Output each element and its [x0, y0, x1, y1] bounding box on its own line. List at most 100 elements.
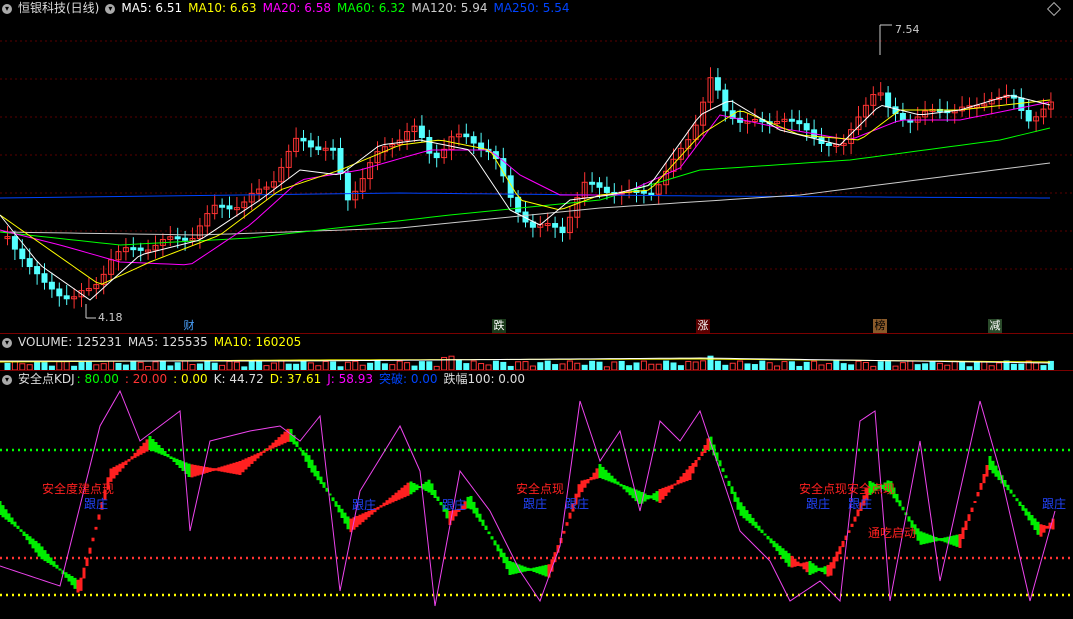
volume-bar [182, 360, 189, 370]
event-marker-drop[interactable]: 跌 [492, 319, 506, 333]
signal-annotation: 跟庄 [84, 497, 109, 511]
volume-bar [640, 360, 647, 370]
signal-annotation: 跟庄 [523, 497, 548, 511]
price-legend: ▾ 恒银科技(日线) ▾ MA5: 6.51 MA10: 6.63 MA20: 6.58 M… [0, 0, 576, 16]
kdj-line-20: : 20.00 [124, 372, 168, 386]
volume-bar [322, 360, 329, 370]
volume-bar [537, 362, 544, 370]
candle-body [433, 152, 440, 159]
volume-bar [426, 361, 433, 370]
volume-bar [959, 361, 966, 370]
volume-bar [811, 360, 818, 370]
candle-body [219, 204, 226, 208]
candle-body [559, 226, 566, 234]
volume-bar [766, 362, 773, 370]
volume-legend: ▾ VOLUME: 125231 MA5: 125535 MA10: 160205 [0, 334, 307, 350]
low-price-label: 4.18 [98, 311, 123, 324]
indicator-menu-icon[interactable]: ▾ [105, 3, 116, 14]
volume-bar [492, 360, 499, 370]
volume-bar [344, 361, 351, 370]
ma20-value: MA20: 6.58 [262, 1, 331, 15]
candle-body [589, 181, 596, 185]
volume-bar [618, 360, 625, 370]
volume-bar [226, 360, 233, 370]
price-chart-pane[interactable]: ▾ 恒银科技(日线) ▾ MA5: 6.51 MA10: 6.63 MA20: 6.58 M… [0, 0, 1073, 333]
candle-body [19, 248, 26, 260]
candle-body [552, 223, 559, 228]
volume-bar [500, 361, 507, 370]
candle-body [825, 142, 832, 146]
kdj-legend: ▾ 安全点KDJ: 80.00: 20.00: 0.00 K: 44.72 D: 37… [0, 371, 531, 387]
kdj-title: 安全点KDJ [18, 372, 75, 386]
candle-body [137, 247, 144, 251]
candle-body [11, 236, 18, 250]
volume-bar [455, 359, 462, 370]
volume-bar [352, 360, 359, 370]
volume-bar [996, 362, 1003, 370]
event-marker-reduce[interactable]: 减 [988, 319, 1002, 333]
candle-body [885, 92, 892, 108]
volume-bar [781, 361, 788, 370]
kdj-pane[interactable]: ▾ 安全点KDJ: 80.00: 20.00: 0.00 K: 44.72 D: 37… [0, 371, 1073, 612]
kdj-tuopo: 突破: 0.00 [378, 372, 438, 386]
candle-body [26, 258, 33, 268]
ma250-value: MA250: 5.54 [493, 1, 570, 15]
volume-bar [788, 361, 795, 370]
volume-bar [714, 360, 721, 370]
volume-bar [544, 360, 551, 370]
volume-bar [522, 361, 529, 370]
candle-body [34, 266, 41, 275]
candle-body [41, 273, 48, 283]
candle-body [315, 146, 322, 151]
volume-bar [803, 361, 810, 370]
volume-bar [611, 361, 618, 370]
event-marker-finance[interactable]: 财 [182, 319, 196, 333]
signal-annotation: 跟庄 [565, 497, 590, 511]
volume-bar [56, 361, 63, 370]
volume-bar [515, 361, 522, 370]
candle-body [803, 123, 810, 131]
event-marker-list[interactable]: 榜 [873, 319, 887, 333]
volume-bar [862, 361, 869, 370]
volume-bar [566, 360, 573, 370]
signal-annotation: 跟庄 [806, 497, 831, 511]
volume-bar [1033, 362, 1040, 370]
price-chart [0, 24, 1073, 319]
volume-bar [907, 360, 914, 370]
candle-body [226, 205, 233, 210]
kdj-k: K: 44.72 [213, 372, 264, 386]
volume-bar [41, 362, 48, 370]
candle-body [344, 172, 351, 201]
volume-menu-icon[interactable]: ▾ [2, 337, 12, 348]
candle-body [130, 247, 137, 251]
candle-body [722, 89, 729, 112]
volume-bar [404, 362, 411, 370]
volume-bar [973, 361, 980, 370]
volume-bar [63, 361, 70, 370]
volume-bar [885, 361, 892, 370]
volume-pane[interactable]: ▾ VOLUME: 125231 MA5: 125535 MA10: 160205 [0, 334, 1073, 370]
volume-ma10: MA10: 160205 [213, 335, 302, 349]
volume-bar [233, 361, 240, 370]
ma120-value: MA120: 5.94 [411, 1, 488, 15]
candle-body [796, 120, 803, 125]
candle-body [174, 236, 181, 240]
volume-bar [596, 361, 603, 370]
volume-bar [833, 360, 840, 370]
volume-value: VOLUME: 125231 [18, 335, 122, 349]
kdj-diefu: 跌幅100: 0.00 [443, 372, 526, 386]
panel-menu-icon[interactable]: ▾ [2, 3, 12, 14]
signal-annotation: 跟庄 [442, 498, 467, 512]
volume-bar [248, 361, 255, 370]
volume-bar [367, 362, 374, 370]
kdj-menu-icon[interactable]: ▾ [2, 374, 12, 385]
volume-bar [330, 361, 337, 370]
volume-bar [670, 362, 677, 370]
volume-ma5: MA5: 125535 [127, 335, 208, 349]
volume-bar [307, 362, 314, 370]
ma60-line [0, 127, 1051, 246]
volume-bar [174, 362, 181, 370]
volume-bar [700, 360, 707, 370]
event-marker-rise[interactable]: 涨 [696, 319, 710, 333]
volume-bar [759, 360, 766, 370]
